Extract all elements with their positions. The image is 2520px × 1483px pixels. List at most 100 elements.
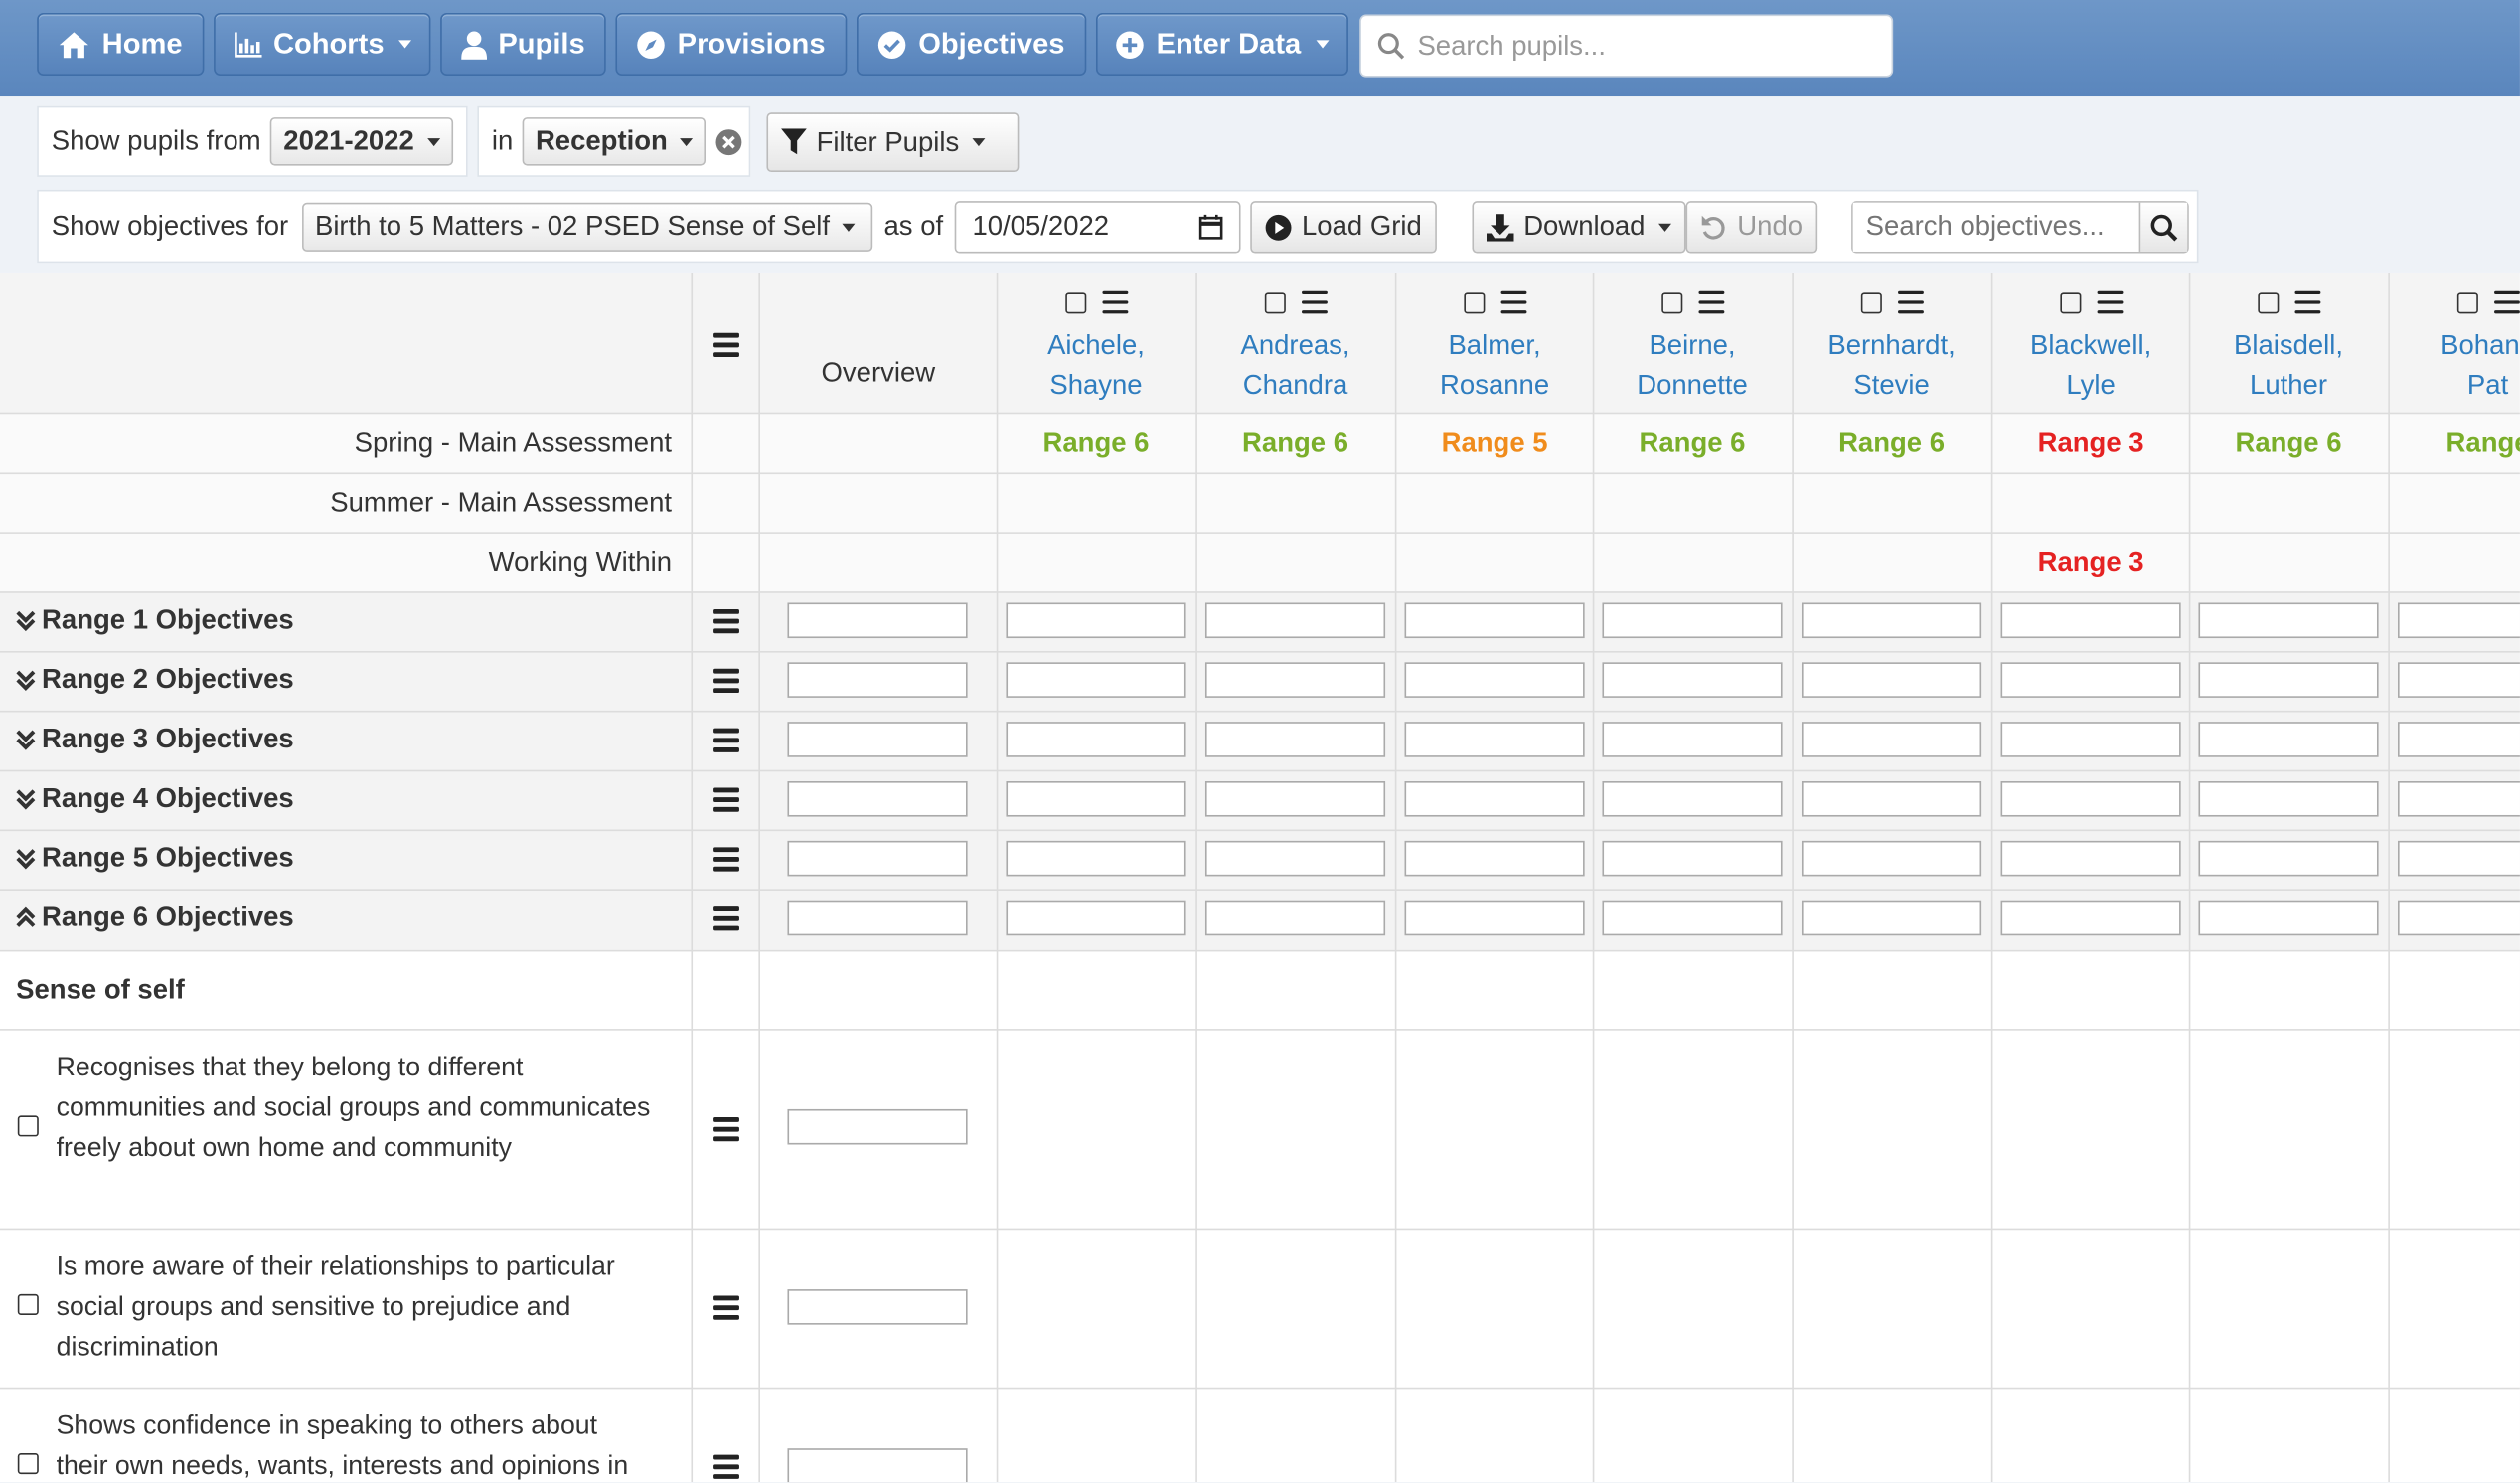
menu-icon[interactable] bbox=[713, 1295, 739, 1325]
menu-icon[interactable] bbox=[1301, 290, 1328, 314]
pupil-range-input[interactable] bbox=[1602, 662, 1783, 698]
menu-icon[interactable] bbox=[1897, 290, 1924, 314]
pupil-first-name[interactable]: Stevie bbox=[1792, 365, 1991, 405]
menu-icon[interactable] bbox=[2096, 290, 2123, 314]
pupil-first-name[interactable]: Luther bbox=[2189, 365, 2389, 405]
overview-input[interactable] bbox=[787, 662, 968, 698]
pupil-range-input[interactable] bbox=[2198, 840, 2379, 877]
pupil-range-input[interactable] bbox=[2398, 722, 2520, 757]
pupil-range-input[interactable] bbox=[1204, 602, 1386, 639]
enter-data-menu-button[interactable]: Enter Data bbox=[1095, 12, 1348, 77]
pupil-last-name[interactable]: Balmer, bbox=[1395, 325, 1595, 365]
undo-button[interactable]: Undo bbox=[1685, 200, 1817, 253]
pupil-search-input[interactable] bbox=[1414, 28, 1871, 64]
pupil-range-input[interactable] bbox=[2398, 900, 2520, 936]
pupil-range-input[interactable] bbox=[2198, 900, 2379, 936]
overview-input[interactable] bbox=[787, 840, 968, 877]
objectives-button[interactable]: Objectives bbox=[857, 12, 1087, 77]
pupil-last-name[interactable]: Blaisdell, bbox=[2189, 325, 2389, 365]
load-grid-button[interactable]: Load Grid bbox=[1250, 200, 1437, 253]
menu-icon[interactable] bbox=[1101, 290, 1128, 314]
date-input[interactable]: 10/05/2022 bbox=[954, 200, 1241, 253]
home-button[interactable]: Home bbox=[37, 12, 205, 77]
pupil-first-name[interactable]: Donnette bbox=[1593, 365, 1793, 405]
pupil-header[interactable]: Balmer, Rosanne bbox=[1395, 286, 1595, 406]
pupil-range-input[interactable] bbox=[1204, 722, 1386, 757]
pupil-header[interactable]: Blackwell, Lyle bbox=[1991, 286, 2191, 406]
menu-icon[interactable] bbox=[713, 728, 739, 757]
year-select[interactable]: 2021-2022 bbox=[270, 117, 453, 166]
menu-icon[interactable] bbox=[713, 332, 739, 362]
pupil-range-input[interactable] bbox=[2398, 602, 2520, 639]
pupil-range-input[interactable] bbox=[1801, 602, 1982, 639]
pupil-last-name[interactable]: Aichele, bbox=[997, 325, 1196, 365]
menu-icon[interactable] bbox=[713, 787, 739, 816]
pupils-button[interactable]: Pupils bbox=[440, 12, 606, 77]
menu-icon[interactable] bbox=[713, 847, 739, 876]
menu-icon[interactable] bbox=[713, 906, 739, 935]
menu-icon[interactable] bbox=[1697, 290, 1724, 314]
range-group-toggle[interactable]: Range 3 Objectives bbox=[16, 724, 294, 755]
pupil-last-name[interactable]: Blackwell, bbox=[1991, 325, 2191, 365]
pupil-range-input[interactable] bbox=[2398, 662, 2520, 698]
overview-input[interactable] bbox=[787, 722, 968, 757]
objective-search-button[interactable] bbox=[2138, 201, 2188, 252]
pupil-last-name[interactable]: Bohana bbox=[2388, 325, 2520, 365]
pupil-checkbox[interactable] bbox=[1064, 291, 1086, 313]
clear-icon[interactable] bbox=[715, 128, 743, 155]
pupil-last-name[interactable]: Bernhardt, bbox=[1792, 325, 1991, 365]
pupil-range-input[interactable] bbox=[1404, 722, 1585, 757]
overview-input[interactable] bbox=[787, 1289, 968, 1325]
pupil-range-input[interactable] bbox=[1404, 662, 1585, 698]
pupil-range-input[interactable] bbox=[1404, 840, 1585, 877]
overview-input[interactable] bbox=[787, 781, 968, 817]
pupil-header[interactable]: Blaisdell, Luther bbox=[2189, 286, 2389, 406]
cohorts-menu-button[interactable]: Cohorts bbox=[214, 12, 431, 77]
overview-input[interactable] bbox=[787, 602, 968, 639]
pupil-range-input[interactable] bbox=[2000, 840, 2181, 877]
range-group-toggle[interactable]: Range 6 Objectives bbox=[16, 902, 294, 933]
pupil-range-input[interactable] bbox=[1006, 840, 1186, 877]
group-select[interactable]: Reception bbox=[523, 117, 707, 166]
pupil-first-name[interactable]: Lyle bbox=[1991, 365, 2191, 405]
menu-icon[interactable] bbox=[2493, 290, 2520, 314]
pupil-range-input[interactable] bbox=[2000, 781, 2181, 817]
filter-pupils-button[interactable]: Filter Pupils bbox=[766, 112, 1020, 173]
menu-icon[interactable] bbox=[713, 1454, 739, 1482]
pupil-range-input[interactable] bbox=[1801, 722, 1982, 757]
objective-search-input[interactable] bbox=[1852, 201, 2139, 252]
objective-checkbox[interactable] bbox=[17, 1453, 39, 1475]
pupil-range-input[interactable] bbox=[1801, 662, 1982, 698]
overview-input[interactable] bbox=[787, 1108, 968, 1145]
pupil-range-input[interactable] bbox=[1006, 662, 1186, 698]
pupil-header[interactable]: Andreas, Chandra bbox=[1195, 286, 1395, 406]
overview-input[interactable] bbox=[787, 900, 968, 936]
pupil-checkbox[interactable] bbox=[2059, 291, 2081, 313]
pupil-range-input[interactable] bbox=[1602, 722, 1783, 757]
menu-icon[interactable] bbox=[1499, 290, 1526, 314]
objective-checkbox[interactable] bbox=[17, 1293, 39, 1315]
menu-icon[interactable] bbox=[713, 608, 739, 638]
pupil-header[interactable]: Bernhardt, Stevie bbox=[1792, 286, 1991, 406]
menu-icon[interactable] bbox=[2293, 290, 2320, 314]
pupil-range-input[interactable] bbox=[1801, 900, 1982, 936]
pupil-range-input[interactable] bbox=[2398, 840, 2520, 877]
pupil-range-input[interactable] bbox=[2000, 602, 2181, 639]
pupil-range-input[interactable] bbox=[2198, 781, 2379, 817]
pupil-first-name[interactable]: Chandra bbox=[1195, 365, 1395, 405]
pupil-range-input[interactable] bbox=[1801, 840, 1982, 877]
pupil-range-input[interactable] bbox=[1006, 781, 1186, 817]
pupil-range-input[interactable] bbox=[1204, 900, 1386, 936]
pupil-last-name[interactable]: Andreas, bbox=[1195, 325, 1395, 365]
pupil-range-input[interactable] bbox=[1602, 900, 1783, 936]
pupil-range-input[interactable] bbox=[1404, 602, 1585, 639]
provisions-button[interactable]: Provisions bbox=[615, 12, 848, 77]
pupil-range-input[interactable] bbox=[1404, 900, 1585, 936]
pupil-checkbox[interactable] bbox=[1463, 291, 1485, 313]
pupil-range-input[interactable] bbox=[1602, 781, 1783, 817]
pupil-checkbox[interactable] bbox=[2257, 291, 2279, 313]
range-group-toggle[interactable]: Range 2 Objectives bbox=[16, 664, 294, 696]
pupil-range-input[interactable] bbox=[2398, 781, 2520, 817]
pupil-range-input[interactable] bbox=[1204, 840, 1386, 877]
pupil-range-input[interactable] bbox=[1602, 602, 1783, 639]
